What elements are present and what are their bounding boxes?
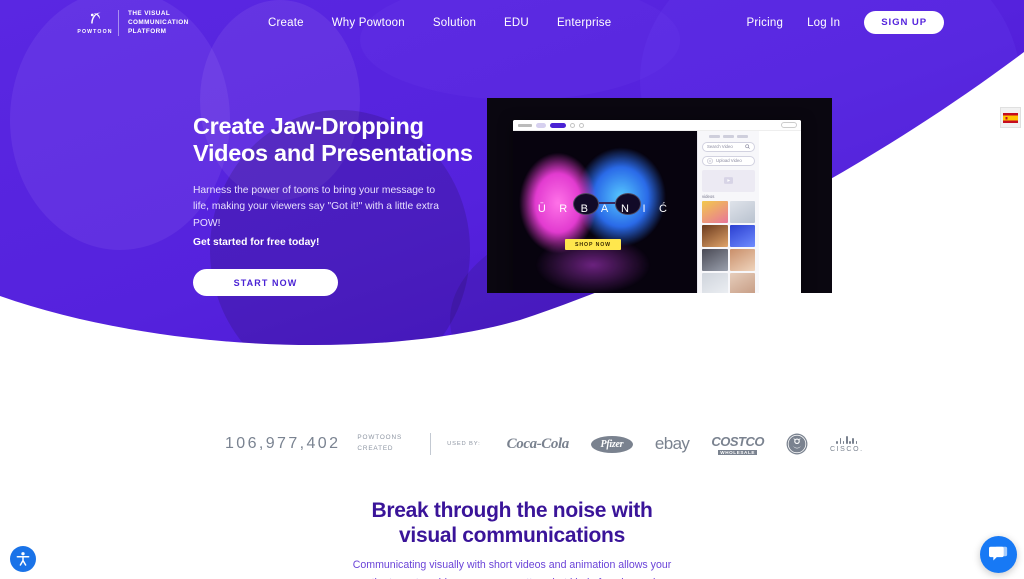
upload-plus-icon: [707, 157, 713, 164]
panel-thumbnail[interactable]: [702, 224, 728, 247]
client-logo-costco: COSTCO WHOLESALE: [711, 434, 764, 455]
break-subtitle-line1: Communicating visually with short videos…: [352, 559, 672, 572]
signup-button[interactable]: SIGN UP: [864, 11, 944, 34]
hero-title-line1: Create Jaw-Dropping: [193, 113, 424, 139]
panel-upload-button[interactable]: Upload Video: [702, 155, 755, 166]
panel-thumbnail[interactable]: [729, 224, 755, 247]
caption-line2: CREATED: [357, 445, 394, 452]
nav-item-edu[interactable]: EDU: [504, 17, 529, 29]
panel-thumbnail[interactable]: [702, 248, 728, 271]
break-title-line1: Break through the noise with: [371, 499, 653, 522]
client-logo-coca-cola: Coca-Cola: [506, 435, 570, 452]
editor-tab-active[interactable]: [550, 122, 566, 128]
panel-thumbnail[interactable]: [729, 248, 755, 271]
nav-item-create[interactable]: Create: [268, 17, 304, 29]
accessibility-widget[interactable]: [10, 546, 36, 572]
top-navigation-bar: POWTOON THE VISUAL COMMUNICATION PLATFOR…: [0, 0, 1024, 45]
break-section-title: Break through the noise with visual comm…: [0, 498, 1024, 548]
panel-thumbnail[interactable]: [702, 200, 728, 223]
costco-wordmark: COSTCO: [711, 433, 764, 449]
panel-upload-label: Upload Video: [716, 158, 742, 164]
stats-and-clients-bar: 106,977,402 POWTOONS CREATED USED BY: Co…: [0, 418, 1024, 470]
break-section-subtitle: Communicating visually with short videos…: [0, 557, 1024, 579]
nav-links: Create Why Powtoon Solution EDU Enterpri…: [268, 17, 611, 29]
chat-bubble-icon: [989, 546, 1008, 561]
accessibility-icon: [16, 552, 30, 566]
stats-divider: [430, 433, 432, 455]
client-logo-starbucks: [786, 433, 808, 455]
hero-subtitle: Harness the power of toons to bring your…: [193, 183, 443, 252]
brand-divider: [118, 9, 119, 36]
panel-thumbnail[interactable]: [729, 272, 755, 293]
start-now-button[interactable]: START NOW: [193, 269, 338, 297]
nav-item-why-powtoon[interactable]: Why Powtoon: [332, 17, 405, 29]
hero-copy-block: Create Jaw-Dropping Videos and Presentat…: [193, 113, 483, 297]
starbucks-siren-icon: [786, 433, 808, 455]
search-icon: [745, 144, 750, 150]
editor-tab-inactive[interactable]: [536, 122, 546, 128]
language-selector-widget[interactable]: [1000, 107, 1021, 128]
panel-thumbnail[interactable]: [729, 200, 755, 223]
powtoons-created-count: 106,977,402: [225, 435, 341, 452]
nav-item-pricing[interactable]: Pricing: [747, 17, 784, 29]
nav-item-solution[interactable]: Solution: [433, 17, 476, 29]
powtoon-swirl-icon: [90, 12, 100, 24]
cisco-bridge-icon: [836, 435, 858, 444]
brand-logo[interactable]: POWTOON THE VISUAL COMMUNICATION PLATFOR…: [77, 9, 194, 37]
cisco-wordmark: CISCO.: [829, 445, 864, 453]
editor-redo-icon[interactable]: [579, 122, 584, 128]
used-by-label: USED BY:: [447, 441, 481, 447]
powtoon-logo-mark[interactable]: POWTOON: [77, 10, 113, 35]
caption-line1: POWTOONS: [357, 434, 403, 442]
client-logo-row: Coca-Cola Pfizer ebay COSTCO WHOLESALE C…: [507, 433, 864, 455]
canvas-shop-now-button[interactable]: SHOP NOW: [565, 239, 621, 250]
costco-subtext: WHOLESALE: [718, 449, 758, 455]
powtoon-wordmark: POWTOON: [77, 29, 113, 35]
nav-item-enterprise[interactable]: Enterprise: [557, 17, 611, 29]
panel-section-label: videos: [702, 193, 715, 199]
hero-subtitle-bold: Get started for free today!: [193, 236, 320, 248]
spain-flag-icon: [1003, 112, 1018, 123]
nav-item-login[interactable]: Log In: [807, 17, 840, 29]
play-icon: [724, 177, 733, 184]
hero-subtitle-text: Harness the power of toons to bring your…: [193, 184, 439, 229]
break-title-line2: visual communications: [399, 524, 625, 548]
editor-logo-icon: [518, 123, 532, 127]
client-logo-pfizer: Pfizer: [590, 435, 633, 453]
brand-tagline: THE VISUAL COMMUNICATION PLATFORM: [128, 9, 189, 36]
panel-search-input[interactable]: Search Video: [702, 141, 755, 152]
panel-tab-1[interactable]: [709, 135, 720, 138]
canvas-brand-text: Ū R B A N I Ć: [537, 203, 673, 215]
editor-mockup: Ū R B A N I Ć SHOP NOW Search Video Uplo…: [513, 120, 801, 293]
editor-media-panel: Search Video Upload Video videos: [697, 131, 759, 293]
nav-right-group: Pricing Log In SIGN UP: [747, 11, 944, 34]
powtoons-created-caption: POWTOONS CREATED: [357, 433, 402, 454]
panel-search-placeholder: Search Video: [707, 144, 733, 150]
panel-thumbnail-grid: [702, 200, 755, 293]
editor-body: Ū R B A N I Ć SHOP NOW Search Video Uplo…: [513, 131, 801, 293]
panel-thumbnail[interactable]: [702, 272, 728, 293]
hero-video-preview[interactable]: Ū R B A N I Ć SHOP NOW Search Video Uplo…: [487, 98, 832, 293]
panel-tab-3[interactable]: [737, 135, 748, 138]
hero-title: Create Jaw-Dropping Videos and Presentat…: [193, 113, 483, 167]
client-logo-cisco: CISCO.: [829, 435, 864, 453]
editor-share-button[interactable]: [781, 122, 797, 128]
break-through-section: Break through the noise with visual comm…: [0, 498, 1024, 579]
client-logo-ebay: ebay: [654, 434, 690, 453]
panel-tabs: [702, 135, 755, 138]
chat-widget-button[interactable]: [980, 536, 1017, 573]
editor-toolbar: [513, 120, 801, 131]
panel-tab-2[interactable]: [723, 135, 734, 138]
editor-canvas[interactable]: Ū R B A N I Ć SHOP NOW: [513, 131, 697, 293]
panel-featured-thumbnail[interactable]: [702, 169, 755, 192]
hero-title-line2: Videos and Presentations: [193, 139, 473, 166]
editor-undo-icon[interactable]: [570, 122, 575, 128]
